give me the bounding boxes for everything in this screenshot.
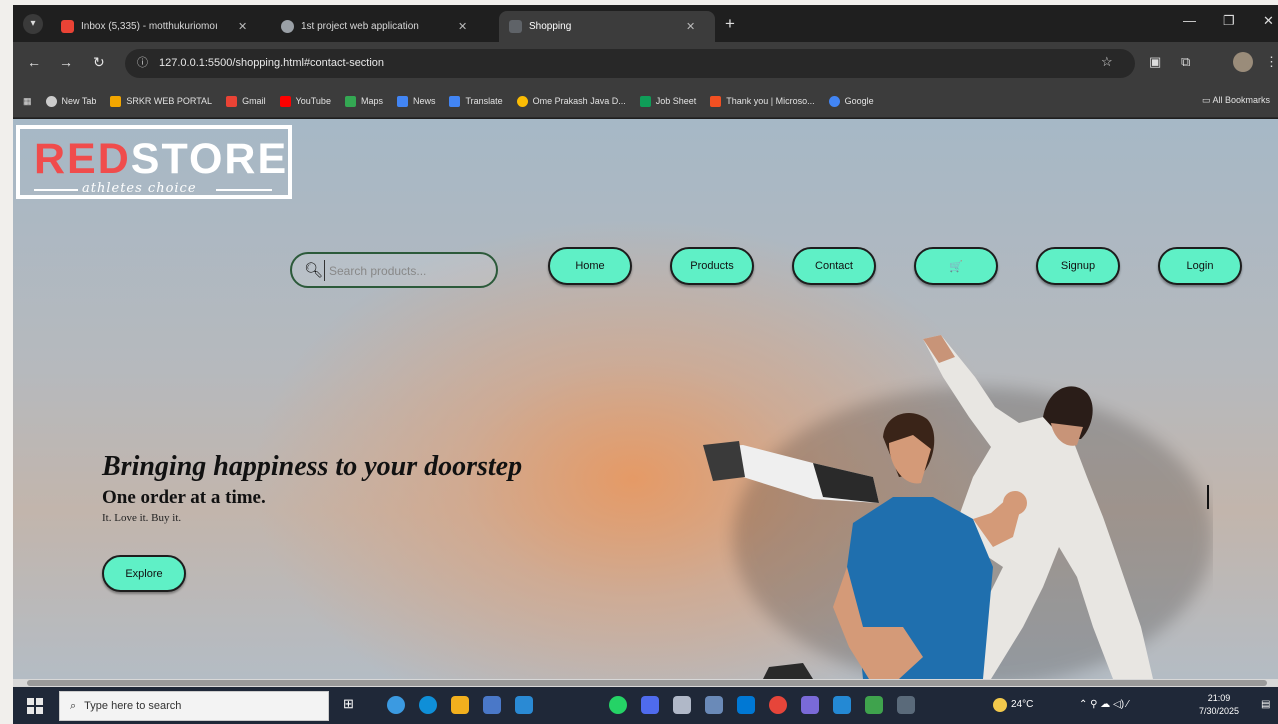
edge-icon[interactable] <box>419 696 437 714</box>
restore-icon[interactable]: ❐ <box>1223 13 1235 29</box>
site-info-icon[interactable]: ⓘ <box>137 49 148 78</box>
all-bookmarks-button[interactable]: ▭ All Bookmarks <box>1202 95 1270 106</box>
explore-button[interactable]: Explore <box>102 555 186 592</box>
notifications-icon[interactable]: ▤ <box>1261 699 1270 710</box>
globe-icon <box>281 20 294 33</box>
page-viewport: REDSTORE athletes choice 🔍︎ Home Product… <box>13 119 1278 679</box>
tab-strip: ▾ Inbox (5,335) - motthukuriomoı ✕ 1st p… <box>13 5 1278 42</box>
logo-divider <box>34 189 78 191</box>
nav-products-button[interactable]: Products <box>670 247 754 285</box>
taskbar-search-placeholder: Type here to search <box>84 700 182 712</box>
search-icon: 🔍︎ <box>304 262 324 279</box>
search-box: 🔍︎ <box>290 252 498 288</box>
app-icon[interactable] <box>673 696 691 714</box>
minimize-icon[interactable]: — <box>1183 13 1196 28</box>
mail-icon[interactable] <box>515 696 533 714</box>
close-tab-icon[interactable]: ✕ <box>238 20 247 33</box>
cart-icon: 🛒 <box>949 260 963 273</box>
tab-title: Inbox (5,335) - motthukuriomoı <box>81 21 218 32</box>
outlook-icon[interactable] <box>737 696 755 714</box>
profile-avatar[interactable] <box>1233 52 1253 72</box>
redstore-logo[interactable]: REDSTORE athletes choice <box>16 125 292 199</box>
system-tray-icons[interactable]: ⌃ ⚲ ☁ ◁) ⁄ <box>1079 699 1129 710</box>
new-tab-icon[interactable]: + <box>725 14 735 34</box>
page-icon <box>509 20 522 33</box>
app-icon[interactable] <box>897 696 915 714</box>
extensions-icon[interactable]: ⧉ <box>1181 54 1190 70</box>
bookmark-item[interactable]: SRKR WEB PORTAL <box>110 95 212 107</box>
app-icon[interactable] <box>705 696 723 714</box>
bookmark-item[interactable]: YouTube <box>279 95 331 107</box>
bookmark-item[interactable]: News <box>396 95 435 107</box>
search-input[interactable] <box>324 260 489 281</box>
tab-inbox[interactable]: Inbox (5,335) - motthukuriomoı ✕ <box>51 11 257 42</box>
copilot-icon[interactable] <box>387 696 405 714</box>
tab-project[interactable]: 1st project web application ✕ <box>271 11 477 42</box>
tab-search-icon[interactable]: ▾ <box>23 14 43 34</box>
file-explorer-icon[interactable] <box>451 696 469 714</box>
bookmark-item[interactable]: Ome Prakash Java D... <box>516 95 626 107</box>
browser-window: ▾ Inbox (5,335) - motthukuriomoı ✕ 1st p… <box>13 5 1278 724</box>
bookmark-item[interactable]: Maps <box>344 95 383 107</box>
weather-text[interactable]: 24°C <box>1011 699 1033 710</box>
hero-title: Bringing happiness to your doorstep <box>102 451 523 482</box>
cart-button[interactable]: 🛒 <box>914 247 998 285</box>
logo-tagline: athletes choice <box>82 181 197 196</box>
windows-taskbar: ⌕ Type here to search ⊞ 24°C ⌃ ⚲ ☁ ◁) ⁄ … <box>13 687 1278 724</box>
logo-divider <box>216 189 272 191</box>
back-icon[interactable]: ← <box>27 54 41 70</box>
bookmark-item[interactable]: Job Sheet <box>639 95 696 107</box>
url-text: 127.0.0.1:5500/shopping.html#contact-sec… <box>159 57 385 69</box>
reload-icon[interactable]: ↻ <box>93 54 105 71</box>
bookmark-item[interactable]: Gmail <box>226 95 266 107</box>
menu-icon[interactable]: ⋮ <box>1265 54 1278 70</box>
gmail-icon <box>61 20 74 33</box>
hero-tagline: It. Love it. Buy it. <box>102 512 182 524</box>
nav-contact-button[interactable]: Contact <box>792 247 876 285</box>
app-icon[interactable] <box>769 696 787 714</box>
bookmark-item[interactable]: Google <box>828 95 874 107</box>
weather-icon[interactable] <box>993 698 1007 712</box>
nav-signup-button[interactable]: Signup <box>1036 247 1120 285</box>
scrollbar-thumb[interactable] <box>27 680 1267 686</box>
bookmarks-bar: ▦ New Tab SRKR WEB PORTAL Gmail YouTube … <box>13 85 1278 118</box>
hero-subtitle: One order at a time. <box>102 487 266 508</box>
nav-home-button[interactable]: Home <box>548 247 632 285</box>
nav-login-button[interactable]: Login <box>1158 247 1242 285</box>
search-icon: ⌕ <box>70 699 77 712</box>
hero-players-image <box>703 335 1213 679</box>
bookmark-star-icon[interactable]: ☆ <box>1101 54 1113 70</box>
store-icon[interactable] <box>483 696 501 714</box>
browser-toolbar: ← → ↻ ⓘ 127.0.0.1:5500/shopping.html#con… <box>13 42 1278 85</box>
apps-icon[interactable]: ▦ <box>23 96 32 107</box>
text-cursor <box>1207 485 1209 509</box>
close-tab-icon[interactable]: ✕ <box>458 20 467 33</box>
bookmark-item[interactable]: Translate <box>449 95 503 107</box>
teams-icon[interactable] <box>641 696 659 714</box>
clock[interactable]: 21:09 7/30/2025 <box>1199 692 1239 718</box>
whatsapp-icon[interactable] <box>609 696 627 714</box>
cast-icon[interactable]: ▣ <box>1149 54 1161 70</box>
address-bar[interactable]: ⓘ 127.0.0.1:5500/shopping.html#contact-s… <box>125 49 1135 78</box>
close-tab-icon[interactable]: ✕ <box>686 20 695 33</box>
logo-wordmark: REDSTORE <box>34 135 289 183</box>
chrome-icon[interactable] <box>865 696 883 714</box>
tab-shopping[interactable]: Shopping ✕ <box>499 11 715 42</box>
horizontal-scrollbar[interactable] <box>13 679 1278 687</box>
close-window-icon[interactable]: ✕ <box>1263 13 1274 29</box>
tab-title: 1st project web application <box>301 21 419 32</box>
windows-start-icon[interactable] <box>27 698 43 714</box>
app-icon[interactable] <box>801 696 819 714</box>
bookmark-item[interactable]: New Tab <box>45 95 96 107</box>
task-view-icon[interactable]: ⊞ <box>343 696 361 714</box>
forward-icon[interactable]: → <box>59 54 73 70</box>
tab-title: Shopping <box>529 21 572 32</box>
vscode-icon[interactable] <box>833 696 851 714</box>
taskbar-search-box[interactable]: ⌕ Type here to search <box>59 691 329 721</box>
bookmark-item[interactable]: Thank you | Microso... <box>710 95 815 107</box>
